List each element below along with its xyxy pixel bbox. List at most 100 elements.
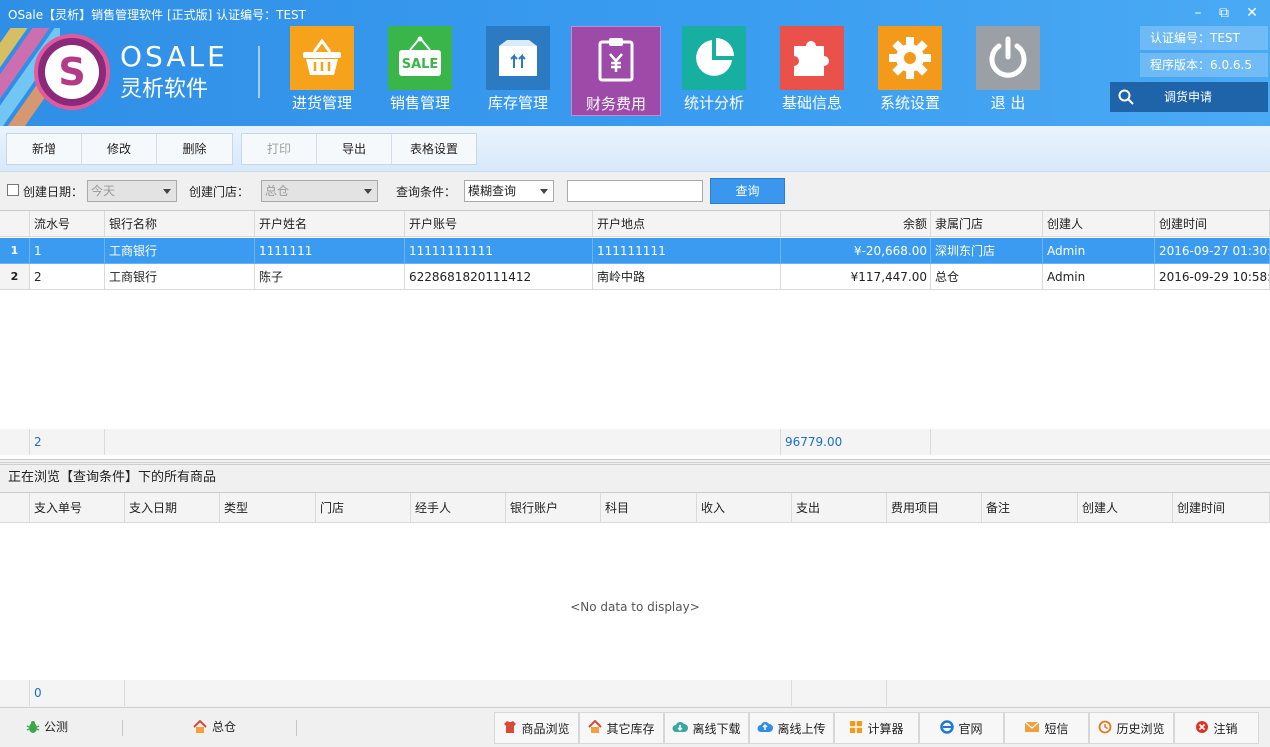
export-button[interactable]: 导出 (317, 134, 392, 164)
column-header[interactable]: 备注 (982, 493, 1078, 523)
box-icon (486, 26, 550, 90)
column-header[interactable]: 支入单号 (30, 493, 125, 523)
nav-label: 销售管理 (389, 94, 450, 112)
calculator-icon (849, 720, 863, 737)
nav-label: 财务费用 (585, 95, 646, 113)
nav-label: 进货管理 (291, 94, 352, 112)
ie-icon (940, 719, 955, 737)
chevron-down-icon (364, 189, 372, 194)
table-row[interactable]: 1 1 工商银行 1111111 11111111111 111111111 ¥… (0, 238, 1270, 264)
edit-button[interactable]: 修改 (82, 134, 157, 164)
svg-text:SALE: SALE (402, 57, 439, 72)
logout-button[interactable]: 注销 (1174, 712, 1259, 744)
table-row[interactable]: 2 2 工商银行 陈子 6228681820111412 南岭中路 ¥117,4… (0, 264, 1270, 290)
search-icon (1118, 89, 1134, 105)
app-logo: S OSALE 灵析软件 (32, 32, 242, 112)
nav-statistics[interactable]: 统计分析 (669, 26, 759, 116)
grid-summary-row: 2 96779.00 (0, 429, 1270, 455)
column-header[interactable]: 流水号 (30, 211, 105, 237)
delete-button[interactable]: 删除 (157, 134, 232, 164)
nav-label: 系统设置 (879, 94, 940, 112)
column-header[interactable]: 银行账户 (506, 493, 601, 523)
column-header[interactable]: 创建时间 (1155, 211, 1270, 237)
print-button[interactable]: 打印 (242, 134, 317, 164)
title-bar: OSale【灵析】销售管理软件 [正式版] 认证编号：TEST – ⧉ ✕ (0, 0, 1270, 28)
nav-sales[interactable]: SALE 销售管理 (375, 26, 465, 116)
power-icon (976, 26, 1040, 90)
column-header[interactable]: 开户地点 (593, 211, 781, 237)
calculator-button[interactable]: 计算器 (834, 712, 919, 744)
bank-account-grid: 流水号 银行名称 开户姓名 开户账号 开户地点 余额 隶属门店 创建人 创建时间… (0, 210, 1270, 460)
nav-finance[interactable]: 财务费用 (571, 26, 661, 116)
official-site-button[interactable]: 官网 (919, 712, 1004, 744)
nav-purchase[interactable]: 进货管理 (277, 26, 367, 116)
column-header[interactable]: 支出 (792, 493, 887, 523)
column-header[interactable]: 支入日期 (125, 493, 220, 523)
mail-icon (1024, 721, 1040, 736)
row-indicator: 1 (0, 238, 30, 264)
product-browse-button[interactable]: 商品浏览 (494, 712, 579, 744)
column-header[interactable]: 创建时间 (1173, 493, 1270, 523)
puzzle-icon (780, 26, 844, 90)
store-filter-label: 创建门店： (189, 185, 250, 199)
nav-exit[interactable]: 退 出 (963, 26, 1053, 116)
cert-number: 认证编号：TEST (1140, 26, 1268, 50)
filter-bar: 创建日期： 今天 创建门店： 总仓 查询条件： 模糊查询 查询 (0, 172, 1270, 210)
home-icon (193, 719, 207, 733)
empty-grid-message: <No data to display> (570, 600, 700, 614)
date-filter-checkbox[interactable] (7, 184, 19, 196)
gear-icon (878, 26, 942, 90)
column-header[interactable]: 银行名称 (105, 211, 255, 237)
column-header[interactable]: 门店 (316, 493, 411, 523)
offline-download-button[interactable]: 离线下载 (664, 712, 749, 744)
search-input[interactable] (567, 180, 703, 202)
column-header[interactable]: 余额 (781, 211, 931, 237)
condition-label: 查询条件： (396, 185, 457, 199)
date-select[interactable]: 今天 (87, 180, 177, 202)
home-icon (588, 719, 603, 737)
cloud-download-icon (672, 721, 689, 736)
column-header[interactable]: 创建人 (1078, 493, 1173, 523)
pie-chart-icon (682, 26, 746, 90)
window-title: OSale【灵析】销售管理软件 [正式版] 认证编号：TEST (8, 8, 306, 22)
offline-upload-button[interactable]: 离线上传 (749, 712, 834, 744)
minimize-button[interactable]: – (1188, 4, 1208, 22)
query-button[interactable]: 查询 (710, 178, 785, 204)
nav-settings[interactable]: 系统设置 (865, 26, 955, 116)
program-version: 程序版本：6.0.6.5 (1140, 53, 1268, 77)
row-count: 0 (30, 680, 125, 706)
column-header[interactable]: 创建人 (1043, 211, 1155, 237)
logout-icon (1195, 720, 1209, 737)
other-stock-button[interactable]: 其它库存 (579, 712, 664, 744)
column-header[interactable]: 开户姓名 (255, 211, 405, 237)
add-button[interactable]: 新增 (7, 134, 82, 164)
maximize-button[interactable]: ⧉ (1214, 4, 1234, 22)
edit-button-group: 新增 修改 删除 (6, 133, 233, 165)
column-header[interactable]: 类型 (220, 493, 316, 523)
output-button-group: 打印 导出 表格设置 (241, 133, 477, 165)
nav-basic-info[interactable]: 基础信息 (767, 26, 857, 116)
column-header[interactable]: 科目 (601, 493, 697, 523)
public-beta-indicator: 公测 (26, 718, 68, 735)
toolbar: 新增 修改 删除 打印 导出 表格设置 (0, 126, 1270, 172)
sms-button[interactable]: 短信 (1004, 712, 1089, 744)
sale-sign-icon: SALE (388, 26, 452, 90)
column-header[interactable]: 开户账号 (405, 211, 593, 237)
nav-inventory[interactable]: 库存管理 (473, 26, 563, 116)
date-filter-label: 创建日期： (23, 185, 84, 199)
condition-select[interactable]: 模糊查询 (464, 180, 554, 202)
shirt-icon (503, 720, 517, 737)
chevron-down-icon (540, 189, 548, 194)
expense-detail-grid: 支入单号 支入日期 类型 门店 经手人 银行账户 科目 收入 支出 费用项目 备… (0, 492, 1270, 706)
column-header[interactable]: 收入 (697, 493, 792, 523)
table-settings-button[interactable]: 表格设置 (392, 134, 476, 164)
transfer-request-button[interactable]: 调货申请 (1110, 82, 1268, 112)
nav-label: 统计分析 (683, 94, 744, 112)
close-button[interactable]: ✕ (1242, 4, 1262, 22)
column-header[interactable]: 费用项目 (887, 493, 982, 523)
store-select[interactable]: 总仓 (261, 180, 378, 202)
column-header[interactable]: 经手人 (411, 493, 506, 523)
column-header[interactable]: 隶属门店 (931, 211, 1043, 237)
history-browse-button[interactable]: 历史浏览 (1089, 712, 1174, 744)
logo-mark: S (34, 34, 110, 110)
